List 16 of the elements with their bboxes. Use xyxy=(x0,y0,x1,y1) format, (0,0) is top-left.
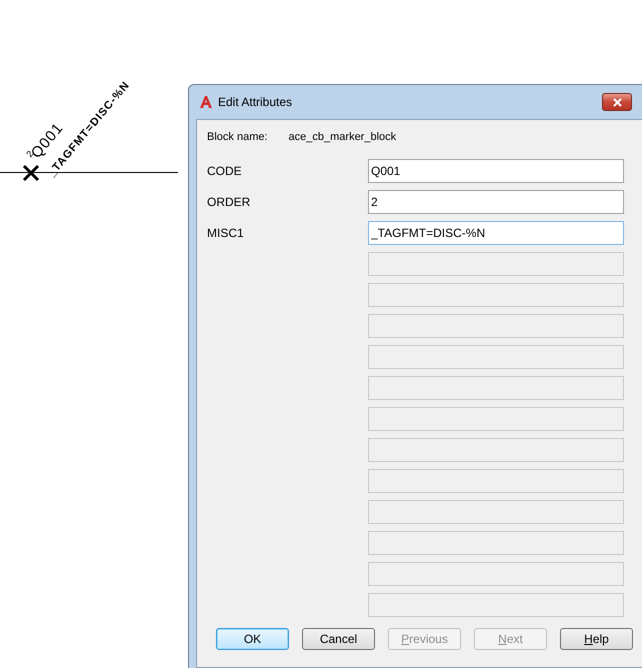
attribute-field[interactable]: 2 xyxy=(368,190,624,214)
dialog-button[interactable]: OK xyxy=(216,628,289,650)
field-label: CODE xyxy=(207,164,243,178)
window-title: Edit Attributes xyxy=(218,95,292,109)
block-name-label: Block name: xyxy=(207,131,268,143)
app-logo-icon xyxy=(199,95,213,109)
dialog-button[interactable]: Help xyxy=(560,628,633,650)
field-label: MISC1 xyxy=(207,226,245,240)
block-name-value: ace_cb_marker_block xyxy=(288,131,396,143)
attribute-field[interactable]: _TAGFMT=DISC-%N xyxy=(368,221,624,245)
close-button[interactable] xyxy=(602,93,632,111)
field-label: ORDER xyxy=(207,195,252,209)
attribute-field[interactable]: Q001 xyxy=(368,159,624,183)
cross-marker-icon xyxy=(22,164,40,182)
dialog-button[interactable]: Cancel xyxy=(302,628,375,650)
close-icon xyxy=(612,98,622,106)
